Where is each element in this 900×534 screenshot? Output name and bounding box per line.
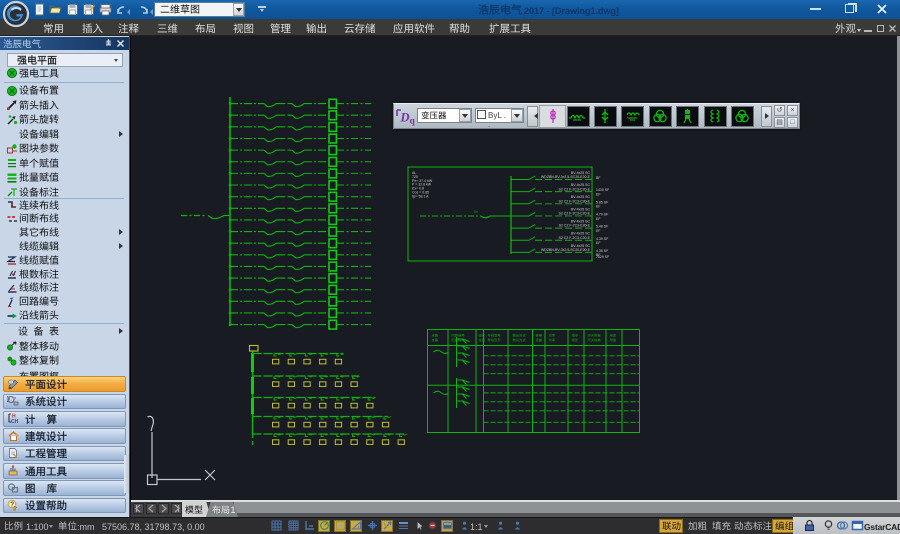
svg-text:S2 C2 F-2C3-C20-E: S2 C2 F-2C3-C20-E	[558, 187, 590, 191]
svg-text:EF: EF	[596, 205, 600, 209]
svg-text:S2 C2 F-2C3-C20-E: S2 C2 F-2C3-C20-E	[558, 199, 590, 203]
svg-text:S2 C2 F-2C3-C20-E: S2 C2 F-2C3-C20-E	[558, 236, 590, 240]
svg-text:Ijs= 58.1 A: Ijs= 58.1 A	[412, 194, 429, 198]
svg-text:EF: EF	[596, 241, 600, 245]
svg-text:EF: EF	[596, 229, 600, 233]
svg-text:D: D	[400, 111, 410, 125]
svg-text:WDZBN-BV-3x2.5-SC20-E20-E: WDZBN-BV-3x2.5-SC20-E20-E	[541, 175, 591, 179]
svg-text:BF: BF	[596, 176, 600, 180]
svg-text:S2 C2 F-2C3-E20-E: S2 C2 F-2C3-E20-E	[559, 224, 591, 228]
svg-text:8n: 8n	[474, 210, 478, 214]
svg-text:q: q	[410, 117, 416, 127]
svg-text:EF: EF	[596, 217, 600, 221]
svg-text:7529 SF: 7529 SF	[596, 255, 609, 259]
svg-text:CH: CH	[11, 419, 19, 424]
svg-text:WDZBN-BV-3x2.5-SC20-E20-E: WDZBN-BV-3x2.5-SC20-E20-E	[541, 248, 591, 252]
svg-text:EF: EF	[596, 192, 600, 196]
svg-text:?: ?	[10, 502, 14, 509]
svg-text:S2 C2 F-2C3-C20-E: S2 C2 F-2C3-C20-E	[558, 212, 590, 216]
